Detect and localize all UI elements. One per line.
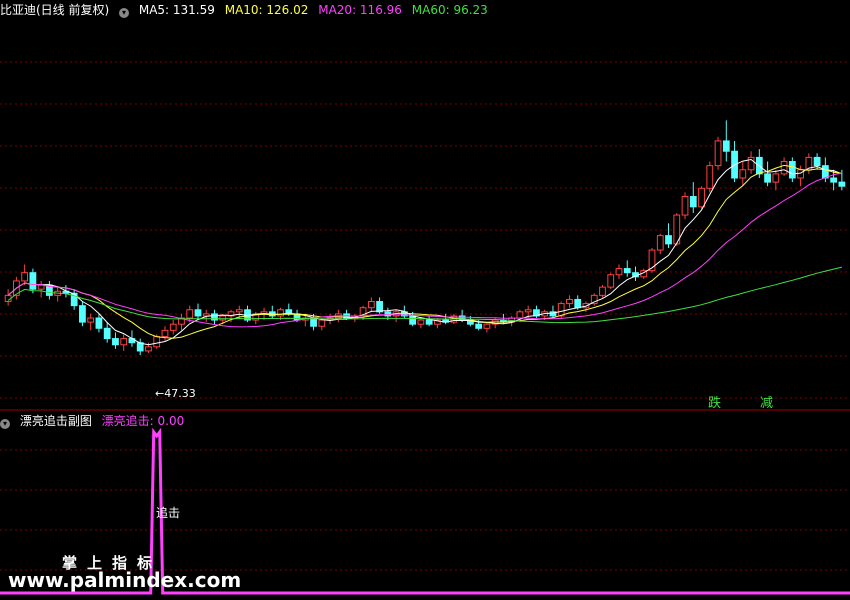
- candle-body: [698, 187, 705, 208]
- candle-body: [186, 309, 194, 319]
- candle-body: [103, 327, 111, 340]
- main-chart-header: 比亚迪(日线 前复权) ▾ MA5: 131.59 MA10: 126.02 M…: [0, 2, 494, 18]
- candle-body: [524, 309, 532, 313]
- candle-body: [689, 196, 697, 208]
- candle-body: [120, 338, 128, 346]
- candle-body: [615, 268, 623, 276]
- candle-body: [665, 235, 672, 245]
- candle-body: [277, 309, 284, 317]
- candle-body: [169, 323, 177, 331]
- indicator-value: 漂亮追击: 0.00: [101, 414, 185, 428]
- ma10-label: MA10: 126.02: [224, 3, 309, 17]
- candle-body: [830, 177, 838, 183]
- candle-body: [318, 319, 326, 327]
- candle-body: [194, 309, 202, 317]
- candle-body: [21, 272, 29, 282]
- candle-body: [425, 319, 433, 325]
- candle-body: [656, 235, 664, 251]
- candle-body: [821, 165, 829, 179]
- candle-body: [37, 284, 45, 290]
- candle-body: [95, 317, 103, 329]
- low-price-annotation: ←47.33: [155, 387, 196, 400]
- candlestick-series: [4, 120, 846, 356]
- candle-body: [557, 303, 565, 317]
- sub-chart-title[interactable]: 漂亮追击副图: [20, 414, 92, 428]
- candle-body: [235, 309, 243, 313]
- candle-body: [112, 338, 119, 346]
- ma20-label: MA20: 116.96: [318, 3, 402, 17]
- candle-body: [780, 161, 788, 175]
- candle-body: [409, 315, 417, 325]
- candle-body: [417, 319, 425, 325]
- candle-body: [367, 301, 375, 309]
- candle-body: [797, 169, 804, 179]
- sub-settings-dropdown-icon[interactable]: ▾: [0, 419, 10, 429]
- candle-body: [29, 272, 37, 290]
- sub-chart-header: ▾ 漂亮追击副图 漂亮追击: 0.00: [0, 413, 190, 429]
- chart-canvas: [0, 61, 850, 595]
- candle-body: [574, 298, 582, 309]
- candle-body: [813, 156, 821, 167]
- signal-mark-1: 跌: [708, 396, 722, 411]
- candle-body: [475, 323, 483, 329]
- candle-body: [202, 313, 210, 317]
- candle-body: [376, 301, 383, 313]
- candle-body: [145, 346, 152, 352]
- candle-body: [788, 161, 796, 179]
- candle-body: [483, 323, 491, 329]
- candle-body: [566, 298, 573, 305]
- settings-dropdown-icon[interactable]: ▾: [119, 8, 130, 18]
- candle-body: [79, 305, 86, 323]
- candle-body: [706, 165, 714, 189]
- candle-body: [772, 173, 780, 183]
- candle-body: [516, 311, 524, 319]
- ma60-label: MA60: 96.23: [411, 3, 488, 17]
- ma5-label: MA5: 131.59: [138, 3, 215, 17]
- moving-average-lines: [7, 158, 843, 346]
- candle-body: [607, 274, 615, 288]
- watermark-url: www.palmindex.com: [8, 568, 242, 592]
- candle-body: [87, 317, 95, 323]
- candle-body: [714, 140, 722, 167]
- candle-body: [599, 286, 606, 296]
- signal-mark-2: 减: [760, 396, 774, 411]
- candle-body: [153, 336, 161, 348]
- signal-label: 追击: [156, 506, 181, 520]
- low-price-label: 47.33: [164, 387, 196, 400]
- candle-body: [838, 181, 846, 187]
- candle-body: [681, 196, 689, 216]
- candle-body: [722, 140, 730, 152]
- candle-body: [161, 329, 169, 338]
- candle-body: [623, 268, 631, 274]
- candle-body: [764, 173, 771, 183]
- candle-body: [219, 315, 227, 321]
- ma20-line: [7, 172, 842, 328]
- candle-body: [739, 169, 747, 179]
- stock-title[interactable]: 比亚迪(日线 前复权): [0, 3, 109, 17]
